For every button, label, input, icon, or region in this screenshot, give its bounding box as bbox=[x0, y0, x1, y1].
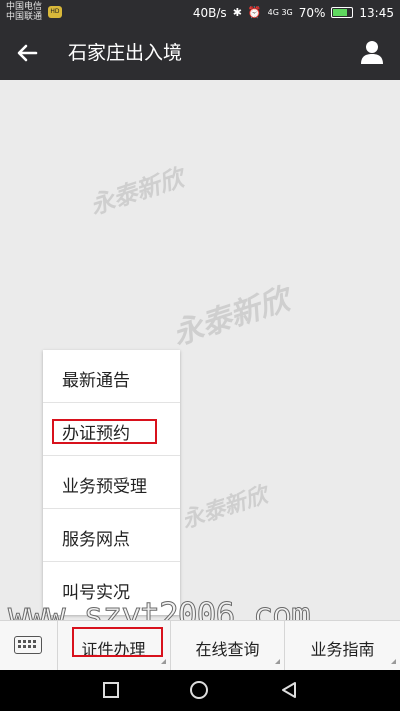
system-nav-bar bbox=[0, 670, 400, 711]
signal-icon: 4G 3G bbox=[267, 8, 293, 17]
highlight-box bbox=[72, 627, 163, 657]
bluetooth-icon: ✱ bbox=[232, 6, 242, 19]
home-icon[interactable] bbox=[189, 680, 209, 700]
menu-item-pre-acceptance[interactable]: 业务预受理 bbox=[43, 456, 180, 509]
menu-item-label: 业务预受理 bbox=[62, 477, 147, 497]
battery-level bbox=[333, 9, 348, 16]
page-title: 石家庄出入境 bbox=[68, 42, 183, 64]
bottom-menu-bar: 证件办理 在线查询 业务指南 bbox=[0, 620, 400, 670]
net-speed: 40B/s bbox=[192, 5, 227, 20]
carrier-info: 中国电信 中国联通 bbox=[6, 2, 42, 22]
tab-label: 在线查询 bbox=[195, 640, 260, 659]
alarm-icon: ⏰ bbox=[247, 6, 262, 19]
battery-percent: 70% bbox=[298, 5, 326, 20]
menu-item-service-outlets[interactable]: 服务网点 bbox=[43, 509, 180, 562]
carrier-2: 中国联通 bbox=[6, 12, 43, 22]
back-arrow-icon[interactable] bbox=[14, 39, 42, 67]
app-bar: 石家庄出入境 bbox=[0, 25, 400, 80]
tab-label: 业务指南 bbox=[310, 640, 375, 659]
menu-item-label: 最新通告 bbox=[62, 371, 130, 391]
battery-icon bbox=[331, 7, 354, 18]
nav-back-icon[interactable] bbox=[280, 681, 298, 699]
menu-item-label: 服务网点 bbox=[62, 530, 130, 550]
watermark: 永泰新欣 bbox=[168, 282, 294, 353]
submenu-indicator-icon bbox=[391, 659, 396, 664]
keyboard-toggle-button[interactable] bbox=[0, 621, 58, 670]
clock: 13:45 bbox=[359, 5, 394, 20]
highlight-box bbox=[52, 419, 157, 444]
carrier-1: 中国电信 bbox=[6, 2, 43, 12]
status-bar: 中国电信 中国联通 HD 40B/s ✱ ⏰ 4G 3G 70% 13:45 bbox=[0, 0, 400, 25]
keyboard-icon bbox=[14, 636, 42, 654]
watermark: 永泰新欣 bbox=[178, 481, 271, 534]
watermark: 永泰新欣 bbox=[86, 162, 187, 221]
recent-apps-icon[interactable] bbox=[103, 682, 119, 698]
popup-menu: 最新通告 办证预约 业务预受理 服务网点 叫号实况 bbox=[43, 350, 180, 615]
tab-online-query[interactable]: 在线查询 bbox=[171, 621, 285, 670]
status-right: 40B/s ✱ ⏰ 4G 3G 70% 13:45 bbox=[193, 0, 394, 25]
submenu-indicator-icon bbox=[161, 659, 166, 664]
tab-business-guide[interactable]: 业务指南 bbox=[285, 621, 400, 670]
hd-badge: HD bbox=[48, 6, 62, 18]
profile-icon[interactable] bbox=[358, 38, 386, 66]
submenu-indicator-icon bbox=[275, 659, 280, 664]
menu-item-latest-notice[interactable]: 最新通告 bbox=[43, 350, 180, 403]
